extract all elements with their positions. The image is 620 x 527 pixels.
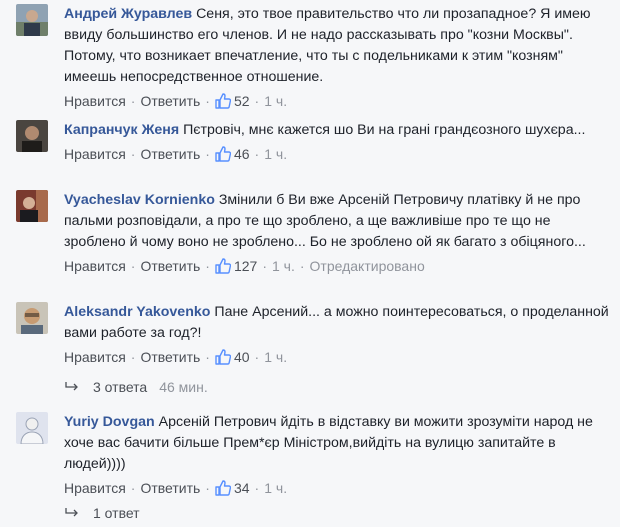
- like-count-value: 40: [233, 349, 250, 365]
- comment-text: Vyacheslav Kornienko Змінили б Ви вже Ар…: [64, 190, 610, 253]
- author-name[interactable]: Vyacheslav Kornienko: [64, 192, 215, 208]
- thumbs-up-icon: [215, 480, 231, 496]
- separator: ·: [254, 349, 260, 365]
- like-count[interactable]: 127: [215, 258, 257, 274]
- reply-link[interactable]: Ответить: [140, 146, 200, 162]
- comment-text: Андрей Журавлев Сеня, это твое правитель…: [64, 4, 610, 88]
- thumbs-up-icon: [215, 258, 231, 274]
- reply-link[interactable]: Ответить: [140, 93, 200, 109]
- like-count-value: 46: [233, 146, 250, 162]
- avatar[interactable]: [16, 302, 48, 334]
- view-replies-link[interactable]: 3 ответа 46 мин.: [65, 379, 208, 395]
- separator: ·: [130, 480, 136, 496]
- comment-actions: Нравится · Ответить · 46 · 1 ч.: [64, 144, 610, 164]
- comment-text: Капранчук Женя Пєтровіч, мнє кажется шо …: [64, 120, 610, 141]
- separator: ·: [130, 146, 136, 162]
- reply-arrow-icon: [65, 382, 78, 391]
- separator: ·: [130, 349, 136, 365]
- like-count[interactable]: 46: [215, 146, 250, 162]
- like-link[interactable]: Нравится: [64, 258, 126, 274]
- avatar[interactable]: [16, 4, 48, 36]
- timestamp[interactable]: 1 ч.: [264, 349, 287, 365]
- like-count-value: 52: [233, 93, 250, 109]
- avatar[interactable]: [16, 190, 48, 222]
- separator: ·: [130, 93, 136, 109]
- comment-text: Yuriy Dovgan Арсеній Петрович йдіть в ві…: [64, 412, 610, 475]
- view-replies-link[interactable]: 1 ответ: [65, 505, 140, 521]
- replies-count[interactable]: 1 ответ: [93, 505, 140, 521]
- reply-arrow-icon: [65, 508, 78, 517]
- like-link[interactable]: Нравится: [64, 349, 126, 365]
- thumbs-up-icon: [215, 349, 231, 365]
- reply-link[interactable]: Ответить: [140, 480, 200, 496]
- comment-actions: Нравится · Ответить · 52 · 1 ч.: [64, 91, 610, 111]
- author-name[interactable]: Андрей Журавлев: [64, 6, 192, 22]
- avatar[interactable]: [16, 412, 48, 444]
- comment-actions: Нравится · Ответить · 40 · 1 ч.: [64, 347, 610, 367]
- separator: ·: [205, 480, 210, 496]
- separator: ·: [130, 258, 136, 274]
- like-count[interactable]: 40: [215, 349, 250, 365]
- separator: ·: [254, 480, 260, 496]
- separator: ·: [205, 93, 210, 109]
- timestamp[interactable]: 1 ч.: [264, 93, 287, 109]
- separator: ·: [299, 258, 305, 274]
- replies-time: 46 мин.: [159, 379, 208, 395]
- like-link[interactable]: Нравится: [64, 93, 126, 109]
- author-name[interactable]: Yuriy Dovgan: [64, 414, 155, 430]
- thumbs-up-icon: [215, 93, 231, 109]
- author-name[interactable]: Капранчук Женя: [64, 122, 179, 138]
- comment-text: Aleksandr Yakovenko Пане Арсений... а мо…: [64, 302, 610, 344]
- separator: ·: [205, 258, 210, 274]
- like-link[interactable]: Нравится: [64, 480, 126, 496]
- reply-link[interactable]: Ответить: [140, 258, 200, 274]
- separator: ·: [262, 258, 267, 274]
- avatar[interactable]: [16, 120, 48, 152]
- replies-count[interactable]: 3 ответа: [93, 379, 147, 395]
- author-name[interactable]: Aleksandr Yakovenko: [64, 304, 210, 320]
- separator: ·: [205, 146, 210, 162]
- timestamp[interactable]: 1 ч.: [272, 258, 295, 274]
- like-count-value: 127: [233, 258, 258, 274]
- reply-link[interactable]: Ответить: [140, 349, 200, 365]
- comment-body: Пєтровіч, мнє кажется шо Ви на грані гра…: [183, 122, 586, 138]
- comment-actions: Нравится · Ответить · 34 · 1 ч.: [64, 478, 610, 498]
- timestamp[interactable]: 1 ч.: [264, 480, 287, 496]
- comment-actions: Нравится · Ответить · 127 · 1 ч. · Отред…: [64, 256, 610, 276]
- like-link[interactable]: Нравится: [64, 146, 126, 162]
- separator: ·: [254, 146, 260, 162]
- like-count-value: 34: [233, 480, 250, 496]
- timestamp[interactable]: 1 ч.: [264, 146, 287, 162]
- like-count[interactable]: 52: [215, 93, 250, 109]
- separator: ·: [205, 349, 210, 365]
- like-count[interactable]: 34: [215, 480, 250, 496]
- thumbs-up-icon: [215, 146, 231, 162]
- separator: ·: [254, 93, 260, 109]
- edited-label[interactable]: Отредактировано: [310, 258, 425, 274]
